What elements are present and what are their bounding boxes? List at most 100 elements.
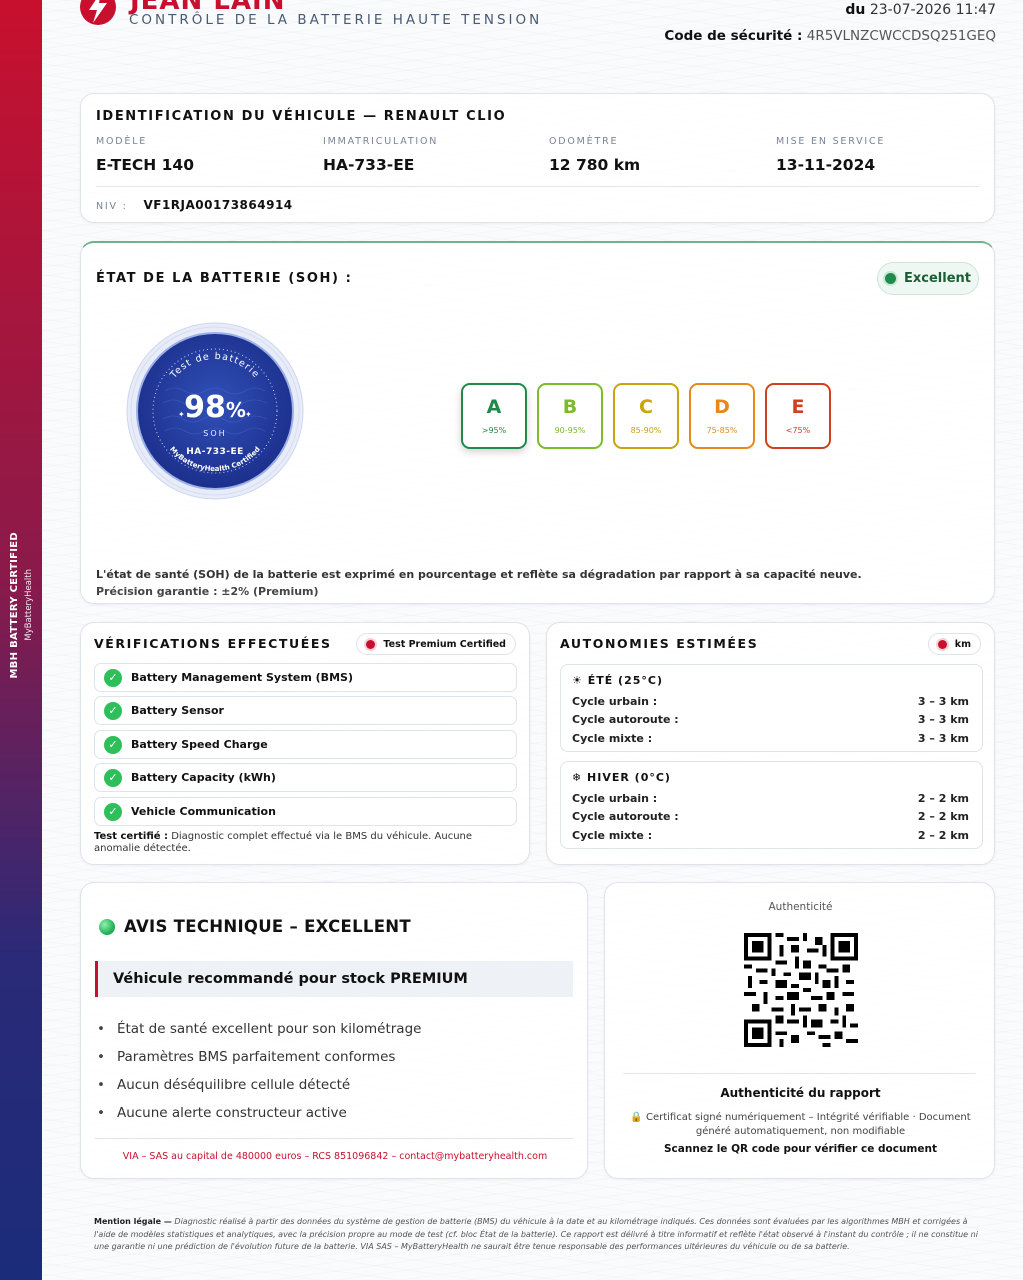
check-icon: ✓ [104,735,122,754]
brand-subtitle: CONTRÔLE DE LA BATTERIE HAUTE TENSION [129,12,543,28]
grade-range: 75-85% [706,425,738,435]
field-registration: IMMATRICULATION HA-733-EE [323,136,438,174]
badge-dot-icon [366,639,376,649]
green-status-icon [99,918,115,935]
legal-text: Diagnostic réalisé à partir des données … [94,1217,978,1251]
opinion-heading: AVIS TECHNIQUE – EXCELLENT [99,917,411,936]
check-icon: ✓ [104,668,122,687]
side-line-2: MyBatteryHealth [23,569,34,641]
check-icon: ✓ [104,802,122,821]
check-icon: ✓ [104,701,122,720]
field-odometer: ODOMÈTRE 12 780 km [549,136,640,174]
legal-label: Mention légale — [94,1217,172,1226]
identification-title: IDENTIFICATION DU VÉHICULE — RENAULT CLI… [96,109,507,124]
row-label: Cycle autoroute : [572,810,679,823]
grade-range: >95% [481,425,507,435]
grade-b: B 90-95% [537,383,603,449]
grade-letter: D [714,395,730,418]
autonomy-row: Cycle urbain : 3 – 3 km [572,695,969,708]
vehicle-identification-card: IDENTIFICATION DU VÉHICULE — RENAULT CLI… [80,93,995,223]
row-value: 2 – 2 km [917,792,969,805]
field-label: IMMATRICULATION [323,136,439,147]
soh-description-text: L'état de santé (SOH) de la batterie est… [96,568,862,581]
row-label: Cycle urbain : [572,792,658,805]
seal-plate: HA-733-EE [186,447,244,457]
soh-certified-seal: Test de batterie MyBatteryHealth Certifi… [125,321,305,501]
security-code: Code de sécurité : 4R5VLNZCWCCDSQ251GEQ [664,28,996,44]
divider [623,1073,976,1074]
checks-card: VÉRIFICATIONS EFFECTUÉES Test Premium Ce… [80,622,530,865]
soh-number: 98 [184,390,226,425]
premium-badge-text: Test Premium Certified [383,638,506,650]
check-label: Battery Capacity (kWh) [131,771,276,784]
check-label: Battery Sensor [131,704,224,717]
check-label: Vehicle Communication [131,805,276,818]
season-title: ☀ ÉTÉ (25°C) [572,674,663,687]
status-badge: Excellent [877,262,979,295]
check-note: Test certifié : Diagnostic complet effec… [94,831,514,855]
list-item: Aucun déséquilibre cellule détecté [97,1071,421,1099]
field-label: ODOMÈTRE [549,136,619,147]
side-band: MBH BATTERY CERTIFIED MyBatteryHealth [0,0,42,1280]
row-value: 2 – 2 km [917,810,969,823]
divider [95,1138,573,1139]
grade-range: 85-90% [630,425,662,435]
company-footer: VIA – SAS au capital de 480000 euros – R… [122,1151,548,1162]
list-item: Aucune alerte constructeur active [97,1099,421,1127]
autonomy-card: AUTONOMIES ESTIMÉES km ☀ ÉTÉ (25°C) Cycl… [546,622,995,865]
unit-badge: km [927,633,981,655]
row-label: Cycle autoroute : [572,713,679,726]
report-date: du 23-07-2026 11:47 [845,2,996,18]
row-value: 3 – 3 km [917,713,969,726]
soh-unit: % [225,398,246,422]
field-value: HA-733-EE [323,156,415,174]
season-summer: ☀ ÉTÉ (25°C) Cycle urbain : 3 – 3 km Cycl… [560,664,983,752]
field-label: MODÈLE [96,136,148,147]
seal-soh-label: SOH [203,429,227,438]
soh-title: ÉTAT DE LA BATTERIE (SOH) : [96,271,353,286]
report-page: MBH BATTERY CERTIFIED MyBatteryHealth JE… [0,0,1023,1280]
check-item: ✓ Battery Management System (BMS) [94,663,517,692]
brand-bolt-logo [80,0,116,25]
badge-dot-icon [937,639,947,649]
scan-instruction: Scannez le QR code pour vérifier ce docu… [664,1143,937,1155]
check-icon: ✓ [104,768,122,787]
unit-badge-text: km [954,638,971,650]
vin-label: NIV : [96,201,128,212]
grade-letter: E [791,395,805,418]
season-winter: ❄ HIVER (0°C) Cycle urbain : 2 – 2 km Cyc… [560,761,983,849]
battery-soh-card: ÉTAT DE LA BATTERIE (SOH) : Excellent Te… [80,241,995,604]
certificate-text: 🔒 Certificat signé numériquement – Intég… [630,1112,971,1137]
side-line-1: MBH BATTERY CERTIFIED [8,531,20,679]
technical-opinion-card: AVIS TECHNIQUE – EXCELLENT Véhicule reco… [80,882,588,1179]
autonomy-row: Cycle mixte : 3 – 3 km [572,732,969,745]
check-item: ✓ Battery Speed Charge [94,730,517,759]
legal-mention: Mention légale — Diagnostic réalisé à pa… [94,1216,984,1254]
grade-a: A >95% [461,383,527,449]
row-label: Cycle urbain : [572,695,658,708]
row-value: 3 – 3 km [917,695,969,708]
status-text: Excellent [904,271,971,286]
field-value: E-TECH 140 [96,156,195,174]
field-value: 12 780 km [549,156,641,174]
check-item: ✓ Battery Capacity (kWh) [94,763,517,792]
checks-title: VÉRIFICATIONS EFFECTUÉES [94,636,332,651]
season-title: ❄ HIVER (0°C) [572,771,671,784]
row-label: Cycle mixte : [572,829,653,842]
autonomy-title: AUTONOMIES ESTIMÉES [560,636,759,651]
field-value: 13-11-2024 [776,156,876,174]
qr-code-icon[interactable] [744,933,858,1047]
authenticity-label: Authenticité [768,901,833,913]
autonomy-row: Cycle autoroute : 2 – 2 km [572,810,969,823]
row-value: 3 – 3 km [917,732,969,745]
date-prefix: du [845,2,866,18]
check-label: Battery Management System (BMS) [131,671,353,684]
recommendation-banner: Véhicule recommandé pour stock PREMIUM [95,961,573,997]
vin-value: VF1RJA00173864914 [143,198,293,212]
grade-letter: B [562,395,578,418]
check-note-label: Test certifié : [94,831,169,842]
grade-e: E <75% [765,383,831,449]
field-model: MODÈLE E-TECH 140 [96,136,194,174]
field-service-date: MISE EN SERVICE 13-11-2024 [776,136,885,174]
security-label: Code de sécurité : [664,28,803,44]
